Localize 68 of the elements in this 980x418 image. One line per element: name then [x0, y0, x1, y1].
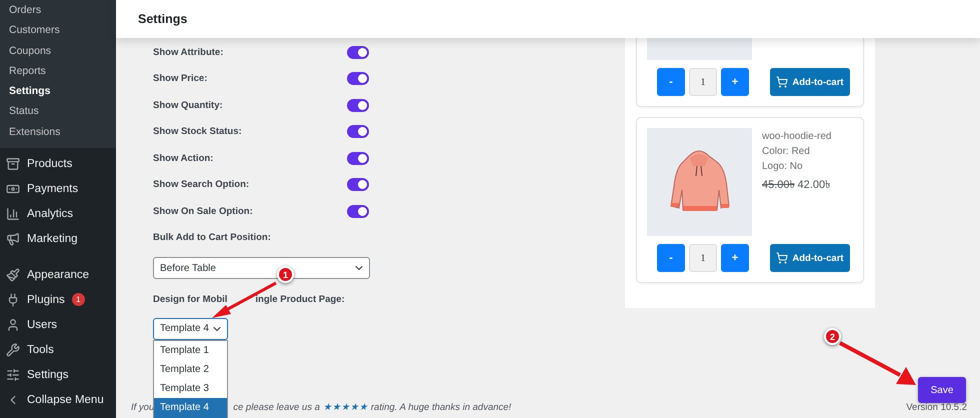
rating-link[interactable]: ★★★★★ — [322, 401, 368, 413]
submenu-item[interactable]: Settings — [0, 81, 116, 102]
menu-item[interactable]: Plugins 1 — [0, 287, 116, 312]
count-badge: 1 — [72, 293, 85, 306]
collapse-menu-button[interactable]: Collapse Menu — [0, 387, 116, 412]
submenu-item[interactable]: Orders — [0, 0, 116, 20]
toggle-switch[interactable] — [347, 98, 369, 112]
menu-item[interactable]: Appearance — [0, 262, 116, 288]
quantity-field[interactable]: 1 — [689, 244, 717, 272]
user-icon — [6, 318, 20, 332]
quantity-field[interactable]: 1 — [689, 68, 717, 96]
decrease-button[interactable]: - — [657, 244, 685, 272]
submenu-item[interactable]: Customers — [0, 20, 116, 41]
setting-label: Show Search Option: — [153, 179, 250, 190]
add-to-cart-button[interactable]: Add-to-cart — [770, 68, 850, 96]
plug-icon — [6, 292, 20, 307]
paintbrush-icon — [6, 268, 20, 282]
menu-item[interactable]: Payments — [0, 176, 116, 202]
footer-text: rating. A huge thanks in advance! — [370, 402, 512, 412]
setting-label: Bulk Add to Cart Position: — [153, 232, 271, 244]
setting-label: Show Price: — [153, 73, 208, 84]
menu-item[interactable]: Users — [0, 312, 116, 338]
version-text: Version 10.5.2 — [906, 402, 967, 412]
product-attribute: Logo: No — [762, 161, 804, 172]
menu-item[interactable]: Products — [0, 151, 116, 176]
step-number: 2 — [824, 328, 841, 345]
submenu-item[interactable]: Reports — [0, 60, 116, 82]
increase-button[interactable]: + — [721, 68, 749, 96]
wrench-icon — [6, 342, 20, 357]
increase-button[interactable]: + — [721, 244, 749, 272]
toggle-switch[interactable] — [347, 178, 369, 192]
toggle-switch[interactable] — [347, 204, 369, 218]
toggle-switch[interactable] — [347, 152, 369, 165]
toggle-switch[interactable] — [347, 72, 369, 86]
setting-label: Show Attribute: — [153, 46, 224, 58]
menu-item[interactable]: Settings — [0, 362, 116, 388]
submenu-item[interactable]: Status — [0, 101, 116, 122]
submenu-item[interactable]: Coupons — [0, 40, 116, 61]
bar-chart-icon — [6, 206, 20, 221]
template-select[interactable]: Template 4 — [153, 318, 228, 340]
submenu-item[interactable]: Extensions — [0, 122, 116, 142]
setting-label: ingle Product Page: — [255, 293, 345, 306]
setting-label: Show On Sale Option: — [153, 206, 253, 217]
setting-label: Show Action: — [153, 152, 214, 164]
menu-item[interactable]: Marketing — [0, 226, 116, 252]
product-name: woo-hoodie-red — [762, 131, 832, 142]
footer-text: ce please leave us a — [233, 402, 320, 412]
dropdown-option[interactable]: Template 4 — [154, 398, 227, 418]
cart-icon — [776, 252, 788, 264]
toggle-switch[interactable] — [347, 125, 369, 138]
setting-label: Show Stock Status: — [153, 126, 242, 138]
old-price: 45.00৳ — [762, 178, 795, 193]
product-attribute: Color: Red — [762, 146, 811, 157]
save-button[interactable]: Save — [918, 377, 966, 403]
megaphone-icon — [6, 232, 20, 246]
archive-icon — [6, 156, 20, 171]
menu-item[interactable]: Tools — [0, 337, 116, 362]
toggle-switch[interactable] — [347, 46, 369, 59]
setting-label: Design for Mobil — [153, 294, 228, 306]
add-to-cart-button[interactable]: Add-to-cart — [770, 244, 850, 272]
sale-price: 42.00৳ — [798, 178, 830, 193]
menu-item[interactable]: Analytics — [0, 201, 116, 226]
page-title: Settings — [138, 12, 188, 26]
sliders-icon — [6, 368, 20, 382]
decrease-button[interactable]: - — [657, 68, 685, 96]
step-number: 1 — [277, 266, 294, 283]
cart-icon — [776, 76, 788, 88]
setting-label: Show Quantity: — [153, 100, 223, 111]
